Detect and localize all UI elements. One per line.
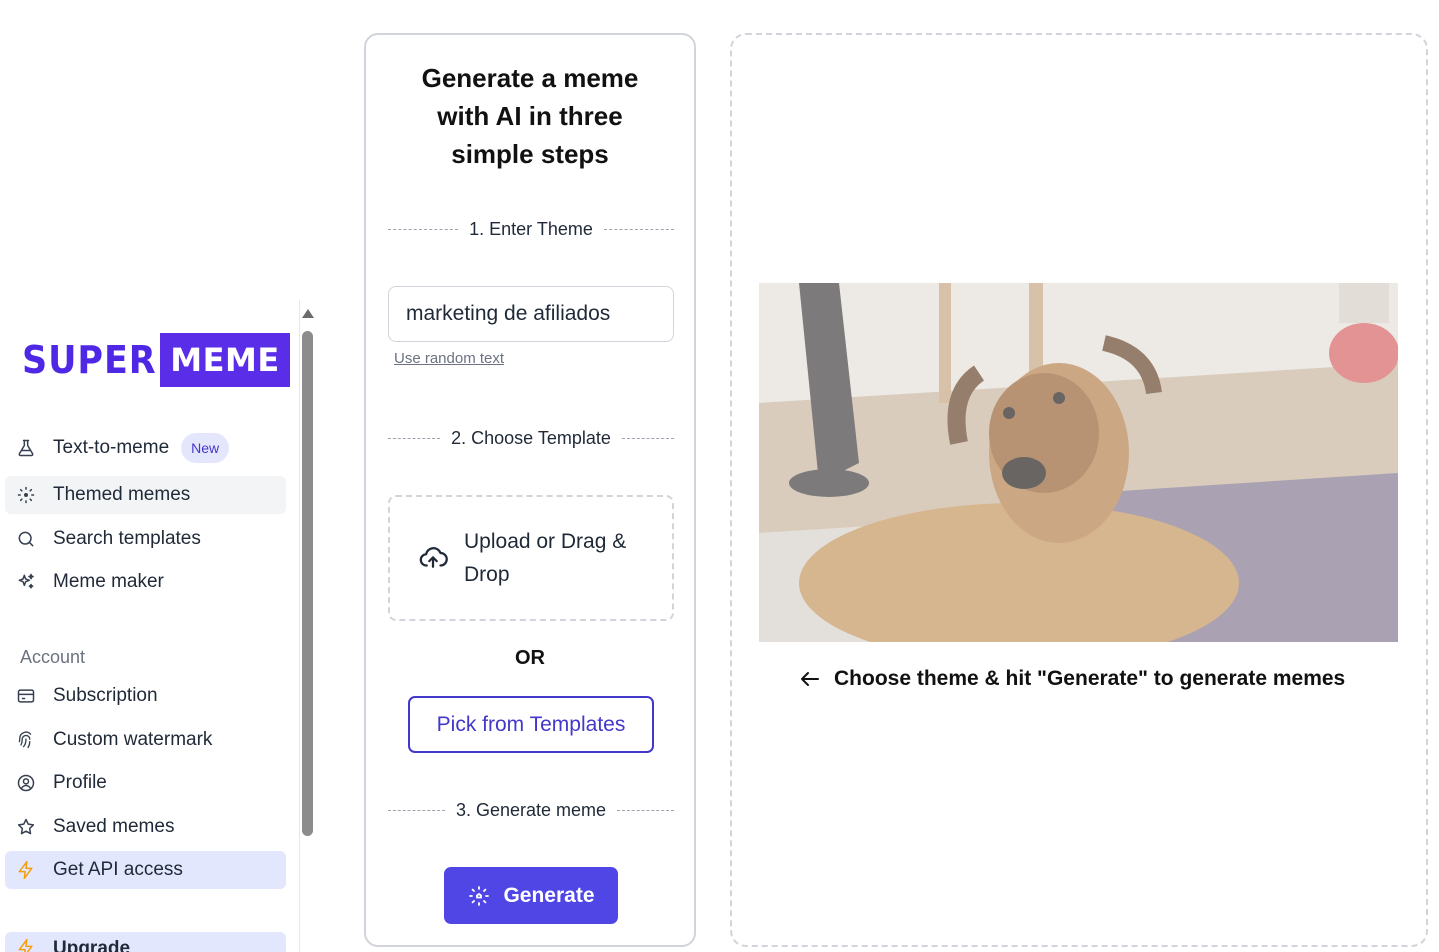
- step-1-label: 1. Enter Theme: [469, 219, 593, 239]
- generate-button-label: Generate: [503, 883, 595, 907]
- placeholder-dog-image: [759, 283, 1398, 642]
- generator-panel: Generate a meme with AI in three simple …: [364, 33, 696, 947]
- result-hint: Choose theme & hit "Generate" to generat…: [798, 667, 1345, 691]
- step-3-label: 3. Generate meme: [455, 800, 607, 820]
- sidebar-item-label: Get API access: [53, 859, 183, 880]
- sidebar: SUPER MEME Text-to-meme New Themed memes…: [0, 0, 300, 952]
- logo[interactable]: SUPER MEME: [22, 333, 290, 387]
- account-section-label: Account: [20, 647, 86, 667]
- result-hint-text: Choose theme & hit "Generate" to generat…: [834, 667, 1346, 690]
- sidebar-item-upgrade[interactable]: Upgrade: [5, 932, 286, 952]
- arrow-left-icon: [798, 667, 822, 691]
- search-icon: [16, 529, 36, 549]
- generate-button[interactable]: Generate: [444, 867, 618, 924]
- sidebar-item-label: Subscription: [53, 685, 158, 706]
- sidebar-item-label: Upgrade: [53, 938, 131, 952]
- flask-icon: [16, 438, 36, 458]
- step-2-label: 2. Choose Template: [451, 428, 611, 448]
- step-2-divider: 2. Choose Template: [388, 428, 674, 449]
- scroll-up-arrow-icon[interactable]: [302, 309, 314, 318]
- sidebar-item-meme-maker[interactable]: Meme maker: [5, 563, 286, 601]
- sparkles-icon: [16, 572, 36, 592]
- panel-title: Generate a meme with AI in three simple …: [421, 63, 639, 169]
- theme-input[interactable]: [388, 286, 674, 342]
- sidebar-item-custom-watermark[interactable]: Custom watermark: [5, 721, 286, 759]
- sidebar-item-label: Themed memes: [53, 484, 191, 505]
- logo-meme-text: MEME: [160, 333, 290, 387]
- sidebar-item-label: Search templates: [53, 528, 201, 549]
- lightning-icon: [16, 938, 36, 952]
- fingerprint-icon: [16, 730, 36, 750]
- sidebar-item-themed-memes[interactable]: Themed memes: [5, 476, 286, 514]
- sidebar-item-profile[interactable]: Profile: [5, 764, 286, 802]
- sidebar-item-text-to-meme[interactable]: Text-to-meme New: [5, 429, 286, 467]
- user-circle-icon: [16, 773, 36, 793]
- new-badge: New: [181, 433, 230, 463]
- dashed-ai-icon: [467, 884, 491, 908]
- sidebar-item-subscription[interactable]: Subscription: [5, 677, 286, 715]
- credit-card-icon: [16, 686, 36, 706]
- use-random-text-link[interactable]: Use random text: [394, 350, 504, 367]
- sidebar-item-get-api-access[interactable]: Get API access: [5, 851, 286, 889]
- upload-label: Upload or Drag & Drop: [464, 530, 627, 586]
- or-separator: OR: [515, 647, 545, 669]
- cloud-upload-icon: [418, 543, 448, 573]
- sidebar-item-label: Text-to-meme: [53, 437, 170, 458]
- sidebar-item-label: Profile: [53, 772, 107, 793]
- lightning-icon: [16, 860, 36, 880]
- logo-super-text: SUPER: [22, 338, 157, 382]
- sidebar-item-label: Custom watermark: [53, 729, 213, 750]
- upload-dropzone[interactable]: Upload or Drag & Drop: [388, 495, 674, 621]
- sidebar-item-search-templates[interactable]: Search templates: [5, 520, 286, 558]
- star-icon: [16, 817, 36, 837]
- sidebar-item-label: Meme maker: [53, 571, 164, 592]
- sidebar-item-saved-memes[interactable]: Saved memes: [5, 808, 286, 846]
- step-1-divider: 1. Enter Theme: [388, 219, 675, 240]
- dashed-ai-icon: [16, 485, 36, 505]
- pick-from-templates-button[interactable]: Pick from Templates: [408, 696, 654, 753]
- sidebar-scrollbar-thumb[interactable]: [302, 331, 313, 836]
- sidebar-item-label: Saved memes: [53, 816, 175, 837]
- step-3-divider: 3. Generate meme: [388, 800, 675, 821]
